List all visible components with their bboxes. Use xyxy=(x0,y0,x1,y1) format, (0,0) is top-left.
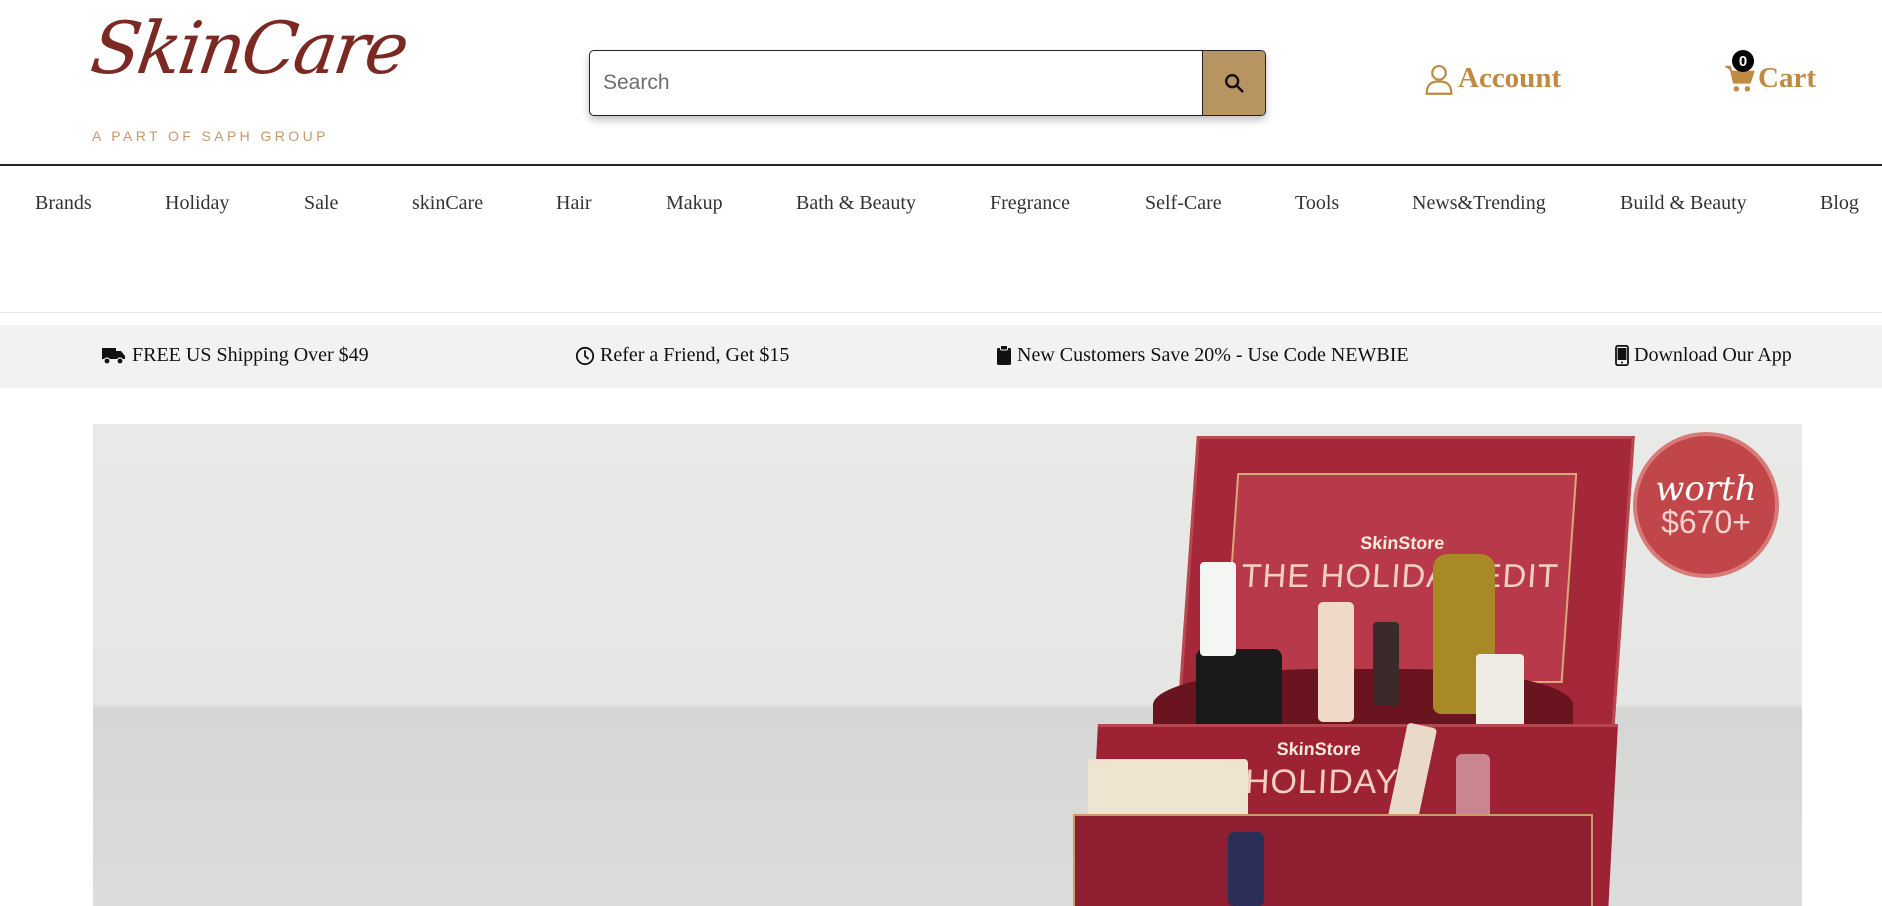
nav-item-skincare[interactable]: skinCare xyxy=(412,192,483,215)
product-tube xyxy=(1200,562,1236,656)
product-blue-bottle xyxy=(1228,832,1264,906)
nav-item-holiday[interactable]: Holiday xyxy=(165,192,229,215)
hero-banner[interactable]: SkinStore THE HOLIDAY EDIT SkinStore HOL… xyxy=(93,424,1802,906)
nav-item-sale[interactable]: Sale xyxy=(304,192,338,215)
nav-item-hair[interactable]: Hair xyxy=(556,192,592,215)
logo-tagline: A PART OF SAPH GROUP xyxy=(92,128,329,144)
mobile-icon xyxy=(1615,345,1629,366)
promo-referral[interactable]: Refer a Friend, Get $15 xyxy=(575,344,789,367)
promo-download-app[interactable]: Download Our App xyxy=(1615,344,1792,367)
nav-item-news-trending[interactable]: News&Trending xyxy=(1412,192,1546,215)
search-button[interactable] xyxy=(1202,51,1265,115)
nav-item-brands[interactable]: Brands xyxy=(35,192,92,215)
lid-brand: SkinStore xyxy=(1359,533,1446,553)
promo-shipping[interactable]: FREE US Shipping Over $49 xyxy=(101,344,369,367)
promo-bar: FREE US Shipping Over $49 Refer a Friend… xyxy=(0,325,1882,388)
nav-item-bath-beauty[interactable]: Bath & Beauty xyxy=(796,192,916,215)
nav-item-fregrance[interactable]: Fregrance xyxy=(990,192,1070,215)
main-nav: Brands Holiday Sale skinCare Hair Makup … xyxy=(0,168,1882,313)
cart-label: Cart xyxy=(1758,62,1816,94)
lid-title: THE HOLIDAY EDIT xyxy=(1240,557,1561,594)
seal-worth-text: worth xyxy=(1655,469,1757,509)
clock-icon xyxy=(575,346,595,365)
nav-item-makup[interactable]: Makup xyxy=(666,192,723,215)
nav-item-self-care[interactable]: Self-Care xyxy=(1145,192,1222,215)
clipboard-icon xyxy=(997,345,1011,365)
account-label: Account xyxy=(1458,62,1562,94)
seal-price-text: $670+ xyxy=(1661,504,1751,540)
nav-item-blog[interactable]: Blog xyxy=(1820,192,1859,215)
promo-text: Download Our App xyxy=(1634,344,1792,366)
user-icon xyxy=(1425,64,1453,95)
cart-link[interactable]: 0 Cart xyxy=(1724,50,1816,95)
cart-count-badge: 0 xyxy=(1732,50,1754,72)
nav-item-build-beauty[interactable]: Build & Beauty xyxy=(1620,192,1747,215)
product-dropper xyxy=(1373,622,1399,706)
promo-new-customers[interactable]: New Customers Save 20% - Use Code NEWBIE xyxy=(996,344,1409,367)
base-title: HOLIDAY xyxy=(1243,763,1400,801)
product-bottle-pink xyxy=(1318,602,1354,722)
site-header: SkinCare A PART OF SAPH GROUP Account 0 … xyxy=(0,0,1882,166)
nav-item-tools[interactable]: Tools xyxy=(1295,192,1339,215)
logo-wordmark: SkinCare xyxy=(86,6,412,90)
gift-box-drawer xyxy=(1073,814,1593,906)
search-icon xyxy=(1225,74,1244,93)
base-brand: SkinStore xyxy=(1276,739,1362,759)
site-logo[interactable]: SkinCare A PART OF SAPH GROUP xyxy=(86,6,411,146)
truck-icon xyxy=(102,347,125,365)
promo-text: New Customers Save 20% - Use Code NEWBIE xyxy=(1017,344,1409,366)
promo-text: Refer a Friend, Get $15 xyxy=(600,344,790,366)
search-bar xyxy=(589,50,1266,116)
worth-seal: worth $670+ xyxy=(1633,432,1779,578)
promo-text: FREE US Shipping Over $49 xyxy=(132,344,369,366)
search-input[interactable] xyxy=(590,51,1202,115)
account-link[interactable]: Account xyxy=(1424,62,1561,95)
